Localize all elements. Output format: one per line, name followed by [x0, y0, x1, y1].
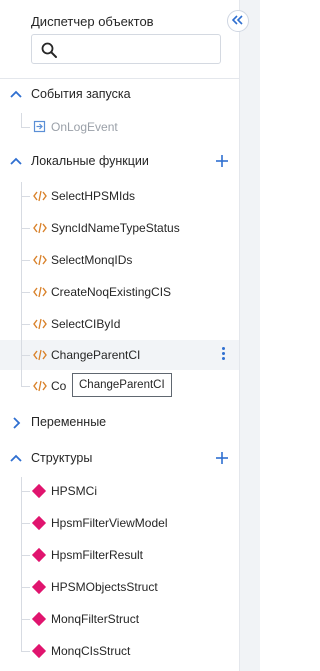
section-structures[interactable]: Структуры [0, 446, 239, 472]
tree-item-label: HpsmFilterViewModel [51, 516, 168, 530]
header-divider [0, 78, 239, 79]
tree-item-function[interactable]: SyncIdNameTypeStatus [0, 210, 239, 242]
tree-item-label: HpsmFilterResult [51, 548, 144, 562]
tree-item-label: OnLogEvent [51, 120, 118, 134]
tree-connector [21, 537, 22, 569]
tree-item-struct[interactable]: HpsmFilterResult [0, 537, 239, 569]
tree-connector [21, 242, 22, 274]
tree-item-function[interactable]: ChangeParentCI [0, 338, 239, 370]
chevron-up-icon[interactable] [9, 452, 23, 471]
tree-connector [21, 292, 30, 293]
search-icon [40, 41, 58, 64]
search-field[interactable] [31, 34, 221, 64]
code-icon [33, 348, 47, 366]
section-local-functions[interactable]: Локальные функции [0, 149, 239, 175]
tree-connector [21, 228, 30, 229]
struct-icon [31, 547, 47, 563]
tree-item-label: SyncIdNameTypeStatus [51, 221, 180, 235]
code-icon [33, 253, 47, 271]
search-input[interactable] [62, 39, 216, 61]
event-icon [33, 120, 46, 138]
tree-connector [21, 370, 22, 386]
tree-item-event[interactable]: OnLogEvent [0, 113, 239, 141]
tree-connector [21, 601, 22, 633]
section-label: Переменные [31, 415, 107, 429]
tree-item-struct[interactable]: HPSMObjectsStruct [0, 569, 239, 601]
tree-connector [21, 523, 30, 524]
tree-connector [21, 569, 22, 601]
tree-connector [21, 633, 22, 651]
code-icon [33, 317, 47, 335]
add-icon[interactable] [215, 451, 229, 470]
tree-item-label: Co [51, 379, 67, 393]
tree-connector [21, 587, 30, 588]
tree-connector [21, 127, 30, 128]
tree-connector [21, 260, 30, 261]
tree-item-struct[interactable]: HPSMCi [0, 477, 239, 505]
tree-item-function[interactable]: CreateNoqExistingCIS [0, 274, 239, 306]
tree-item-label: HPSMCi [51, 484, 98, 498]
chevron-right-icon[interactable] [9, 416, 23, 435]
tree-item-label: SelectCIById [51, 317, 121, 331]
canvas-edge [239, 0, 260, 671]
tree-item-label: SelectHPSMIds [51, 189, 136, 203]
code-icon [33, 221, 47, 239]
tree-connector [21, 555, 30, 556]
struct-icon [31, 643, 47, 659]
section-label: Локальные функции [31, 154, 149, 168]
panel-title: Диспетчер объектов [31, 14, 154, 29]
tree-item-label: MonqCIsStruct [51, 644, 131, 658]
tree-item-label: SelectMonqIDs [51, 253, 133, 267]
struct-icon [31, 515, 47, 531]
tooltip: ChangeParentCI [72, 373, 172, 397]
struct-icon [31, 611, 47, 627]
tree-item-function[interactable]: SelectHPSMIds [0, 182, 239, 210]
tree-item-label: CreateNoqExistingCIS [51, 285, 172, 299]
tree-connector [21, 651, 30, 652]
code-icon [33, 189, 47, 207]
code-icon [33, 379, 47, 397]
struct-icon [31, 579, 47, 595]
tree-connector [21, 619, 30, 620]
tree-item-label: HPSMObjectsStruct [51, 580, 158, 594]
code-icon [33, 285, 47, 303]
tree-connector [21, 274, 22, 306]
tree-item-function[interactable]: SelectMonqIDs [0, 242, 239, 274]
tree-connector [21, 505, 22, 537]
tree-connector [21, 113, 22, 127]
tree-item-struct[interactable]: MonqFilterStruct [0, 601, 239, 633]
add-icon[interactable] [215, 154, 229, 173]
double-chevron-left-icon [231, 12, 244, 30]
tree-item-function[interactable]: SelectCIById [0, 306, 239, 338]
section-variables[interactable]: Переменные [0, 410, 239, 436]
tree-connector [21, 196, 30, 197]
section-label: Структуры [31, 451, 93, 465]
chevron-up-icon[interactable] [9, 155, 23, 174]
section-label: События запуска [31, 87, 131, 101]
tree-connector [21, 338, 22, 370]
chevron-up-icon[interactable] [9, 88, 23, 107]
tree-connector [21, 306, 22, 338]
tree-item-struct[interactable]: MonqCIsStruct [0, 633, 239, 665]
section-launch-events[interactable]: События запуска [0, 82, 239, 108]
struct-icon [31, 483, 47, 499]
more-options-icon[interactable] [219, 345, 227, 365]
collapse-panel-button[interactable] [227, 10, 249, 32]
tree-connector [21, 491, 30, 492]
tree-connector [21, 386, 30, 387]
tree-item-struct[interactable]: HpsmFilterViewModel [0, 505, 239, 537]
tree-connector [21, 210, 22, 242]
tree-connector [21, 324, 30, 325]
tree-item-label: MonqFilterStruct [51, 612, 140, 626]
tree-item-label: ChangeParentCI [51, 348, 141, 362]
object-manager-panel: Диспетчер объектов События запуска OnLog… [0, 0, 239, 671]
tree-connector [21, 355, 30, 356]
